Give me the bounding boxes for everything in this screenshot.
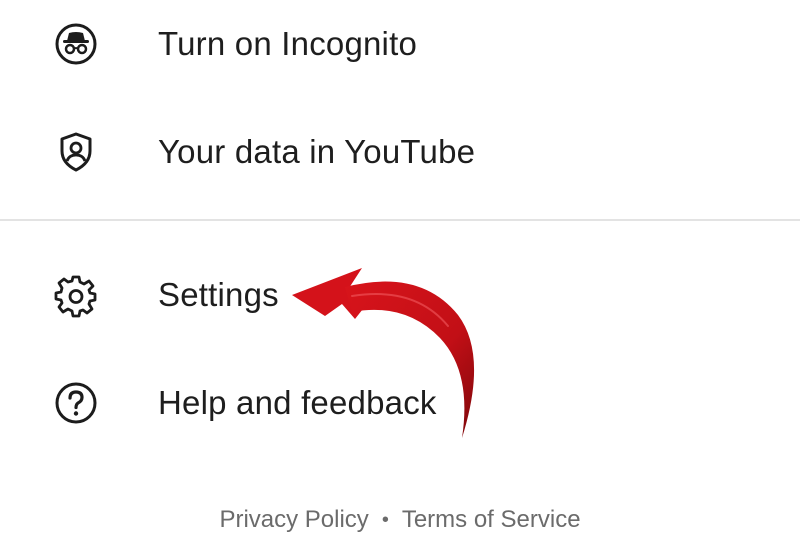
menu-item-help[interactable]: Help and feedback	[0, 355, 800, 451]
footer-links: Privacy Policy • Terms of Service	[0, 500, 800, 540]
incognito-icon	[50, 18, 102, 70]
menu-item-label: Your data in YouTube	[158, 133, 476, 170]
help-circle-icon	[50, 377, 102, 429]
gear-icon	[50, 269, 102, 321]
privacy-policy-link[interactable]: Privacy Policy	[219, 506, 368, 534]
menu-item-label: Help and feedback	[158, 384, 437, 421]
menu-item-label: Settings	[158, 276, 279, 313]
menu-divider	[0, 219, 800, 221]
shield-person-icon	[50, 126, 102, 178]
footer-separator: •	[381, 508, 389, 531]
menu-item-settings[interactable]: Settings	[0, 247, 800, 343]
menu-item-label: Turn on Incognito	[158, 25, 418, 62]
menu-item-your-data[interactable]: Your data in YouTube	[0, 104, 800, 200]
menu-item-incognito[interactable]: Turn on Incognito	[0, 0, 800, 92]
terms-of-service-link[interactable]: Terms of Service	[402, 506, 581, 534]
